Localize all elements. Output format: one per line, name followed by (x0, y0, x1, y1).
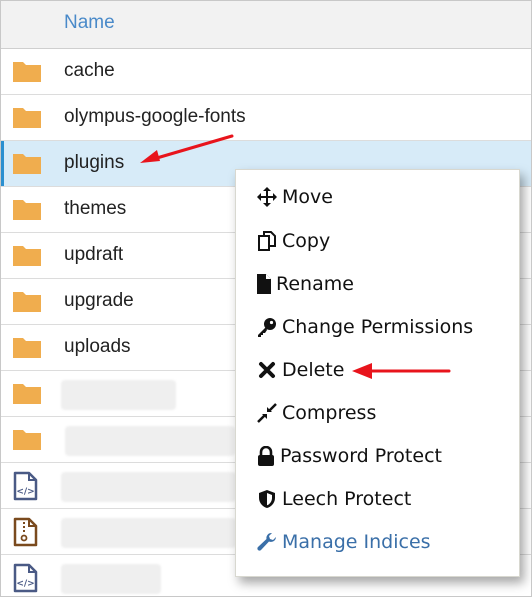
lock-icon (256, 445, 276, 467)
folder-icon (13, 292, 41, 312)
folder-icon (13, 108, 41, 128)
compress-icon (256, 402, 278, 424)
annotation-arrow-delete (352, 363, 451, 379)
delete-x-icon (256, 359, 278, 381)
shield-icon (256, 488, 278, 510)
folder-icon (13, 62, 41, 82)
menu-item-copy[interactable]: Copy (256, 226, 330, 256)
redacted-name (61, 518, 236, 548)
table-row[interactable]: olympus-google-fonts (1, 95, 531, 141)
folder-icon (13, 430, 41, 450)
redacted-name (61, 380, 176, 410)
folder-icon (13, 200, 41, 220)
redacted-name (65, 426, 235, 456)
table-row[interactable]: cache (1, 49, 531, 95)
menu-item-move[interactable]: Move (256, 182, 333, 212)
file-name: plugins (64, 152, 125, 173)
folder-icon (13, 384, 41, 404)
folder-icon (13, 154, 41, 174)
folder-icon (13, 246, 41, 266)
file-icon (256, 273, 272, 295)
file-name: updraft (64, 244, 124, 265)
svg-text:</>: </> (16, 579, 34, 589)
redacted-name (61, 472, 236, 502)
wrench-icon (256, 531, 278, 553)
file-name: cache (64, 60, 115, 81)
file-name: olympus-google-fonts (64, 106, 246, 127)
key-icon (256, 316, 278, 338)
file-manager: Name cache olympus-google-fonts plugins … (0, 0, 532, 597)
menu-item-rename[interactable]: Rename (256, 269, 354, 299)
menu-item-compress[interactable]: Compress (256, 398, 376, 428)
table-header: Name (1, 1, 531, 49)
menu-item-manage-indices[interactable]: Manage Indices (256, 527, 431, 557)
annotation-arrow-plugins (140, 134, 234, 163)
move-icon (256, 186, 278, 208)
menu-item-change-permissions[interactable]: Change Permissions (256, 312, 473, 342)
file-name: upgrade (64, 290, 134, 311)
svg-text:</>: </> (16, 487, 34, 497)
file-name: themes (64, 198, 127, 219)
file-name: uploads (64, 336, 131, 357)
zip-file-icon (13, 517, 38, 547)
menu-item-leech-protect[interactable]: Leech Protect (256, 484, 411, 514)
copy-icon (256, 230, 278, 252)
code-file-icon: </> (13, 471, 38, 501)
name-column-header[interactable]: Name (64, 12, 115, 34)
menu-item-password-protect[interactable]: Password Protect (256, 441, 442, 471)
menu-item-delete[interactable]: Delete (256, 355, 344, 385)
folder-icon (13, 338, 41, 358)
code-file-icon: </> (13, 563, 38, 593)
redacted-name (61, 564, 161, 594)
